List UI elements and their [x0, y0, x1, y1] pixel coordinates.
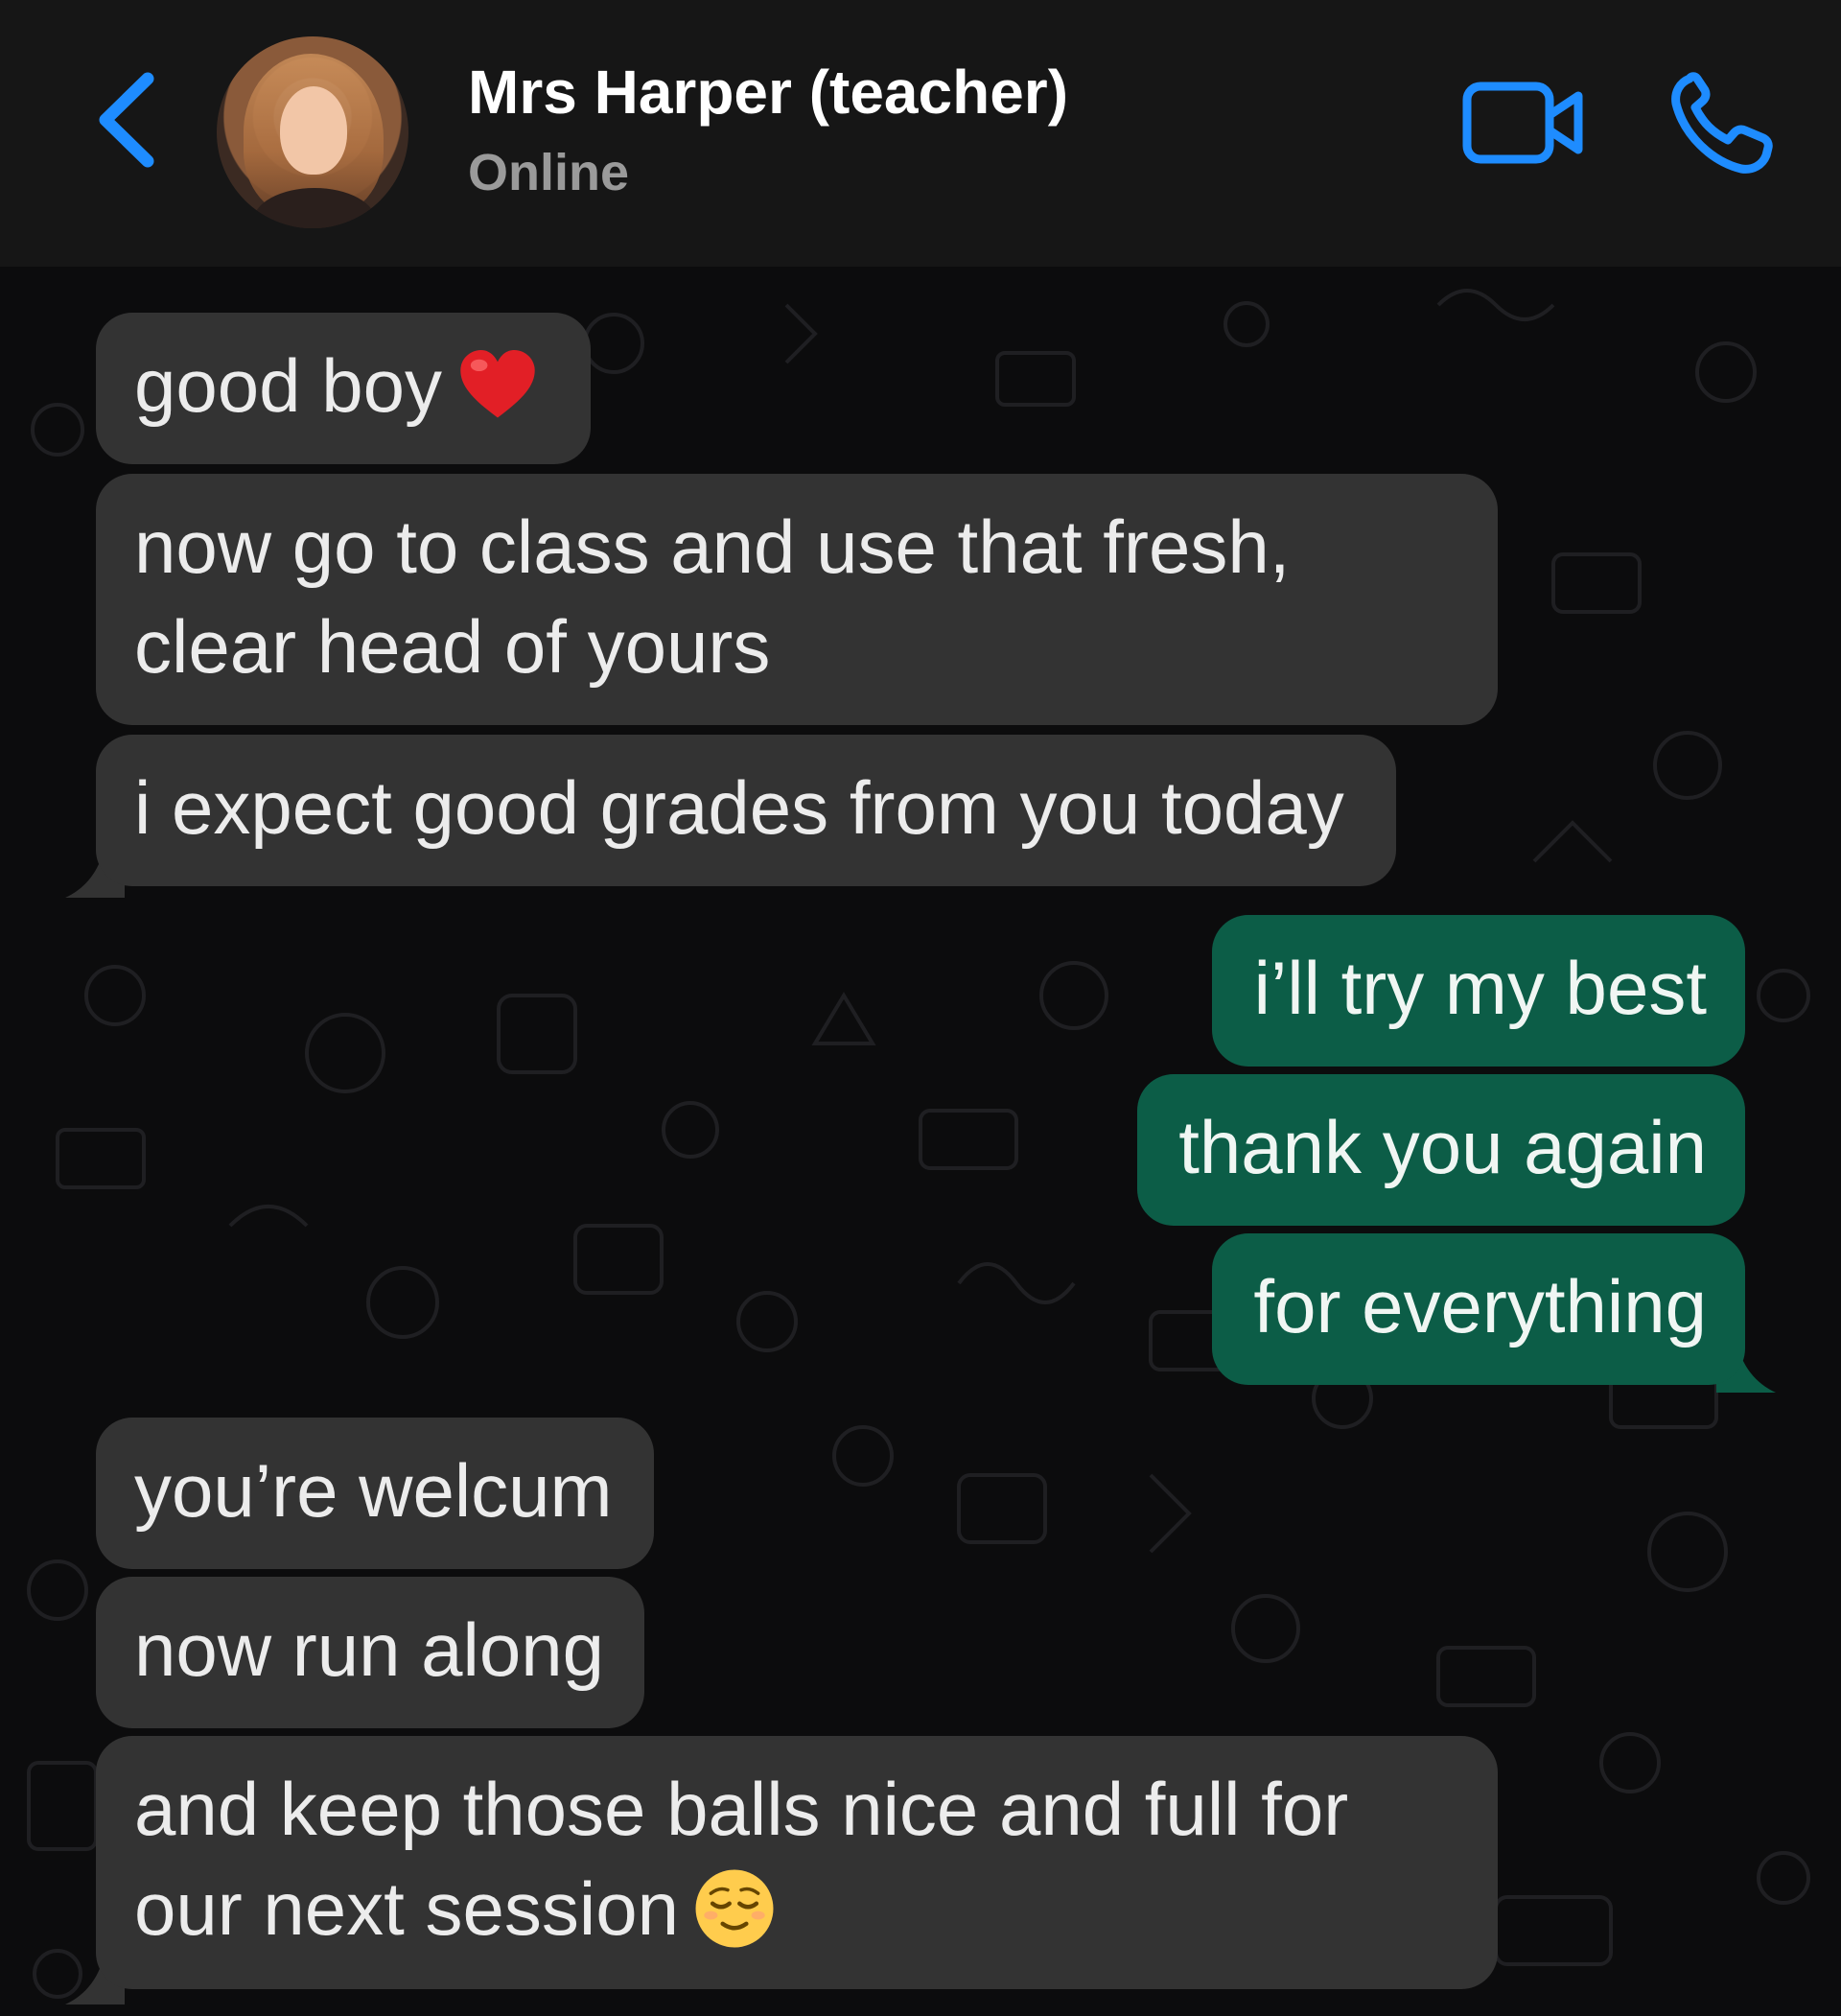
message-incoming[interactable]: you’re welcum: [96, 1418, 654, 1569]
message-text: for everything: [1253, 1264, 1707, 1348]
message-outgoing[interactable]: thank you again: [1137, 1074, 1745, 1226]
avatar[interactable]: [217, 36, 408, 228]
message-incoming[interactable]: now go to class and use that fresh, clea…: [96, 474, 1498, 725]
relieved-face-icon: [695, 1869, 774, 1948]
chevron-left-icon: [99, 72, 154, 168]
message-incoming[interactable]: i expect good grades from you today: [96, 735, 1396, 886]
message-outgoing[interactable]: i’ll try my best: [1212, 915, 1745, 1067]
message-text: thank you again: [1178, 1105, 1707, 1189]
video-call-button[interactable]: [1461, 79, 1586, 167]
message-text: now run along: [134, 1607, 605, 1692]
chat-header: Mrs Harper (teacher) Online: [0, 0, 1841, 267]
contact-name[interactable]: Mrs Harper (teacher): [468, 56, 1068, 129]
video-camera-icon: [1462, 82, 1583, 164]
chat-area[interactable]: good boy now go to class and use that fr…: [0, 267, 1841, 2016]
message-incoming[interactable]: good boy: [96, 313, 591, 464]
phone-icon: [1671, 72, 1773, 174]
message-text: i expect good grades from you today: [134, 765, 1344, 850]
message-text: you’re welcum: [134, 1448, 613, 1533]
voice-call-button[interactable]: [1668, 71, 1774, 176]
back-button[interactable]: [88, 67, 165, 173]
message-incoming[interactable]: and keep those balls nice and full for o…: [96, 1736, 1498, 1989]
contact-status: Online: [468, 144, 630, 201]
message-text: now go to class and use that fresh, clea…: [134, 504, 1291, 689]
message-incoming[interactable]: now run along: [96, 1577, 644, 1728]
message-text: i’ll try my best: [1253, 946, 1707, 1030]
message-outgoing[interactable]: for everything: [1212, 1233, 1745, 1385]
message-text: good boy: [134, 343, 442, 428]
red-heart-icon: [460, 350, 535, 418]
